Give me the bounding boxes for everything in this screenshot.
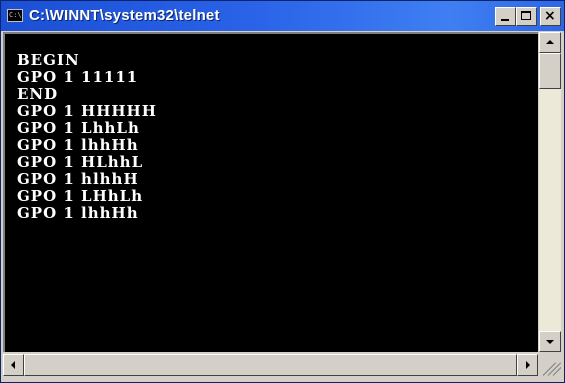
scroll-left-button[interactable]	[3, 354, 24, 376]
scroll-right-button[interactable]	[517, 354, 538, 376]
scroll-down-button[interactable]	[539, 331, 561, 352]
minimize-button[interactable]	[495, 7, 516, 26]
console-line: GPO 1 LhhLh	[17, 119, 140, 137]
close-button[interactable]: ×	[540, 7, 561, 26]
resize-grip[interactable]	[539, 354, 561, 376]
vertical-scrollbar[interactable]	[539, 32, 561, 352]
close-icon: ×	[544, 8, 556, 24]
console-line: GPO 1 hlhhH	[17, 170, 139, 188]
scroll-up-button[interactable]	[539, 32, 561, 53]
console-line: GPO 1 HLhhL	[17, 153, 144, 171]
console-line: GPO 1 LHhLh	[17, 187, 144, 205]
console-line: END	[17, 85, 59, 103]
console-line: BEGIN	[17, 51, 80, 69]
arrow-up-icon	[546, 40, 554, 44]
title-bar[interactable]: C:\ C:\WINNT\system32\telnet ×	[1, 1, 564, 31]
arrow-left-icon	[11, 361, 15, 369]
console-icon[interactable]: C:\	[7, 9, 23, 22]
arrow-right-icon	[526, 361, 530, 369]
console-line: GPO 1 lhhHh	[17, 204, 139, 222]
console-line: GPO 1 lhhHh	[17, 136, 139, 154]
horizontal-scrollbar[interactable]	[3, 354, 538, 376]
maximize-icon	[521, 11, 531, 20]
console-line: GPO 1 HHHHH	[17, 102, 157, 120]
console-lines: BEGIN GPO 1 11111 END GPO 1 HHHHH GPO 1 …	[17, 52, 157, 222]
console-line: GPO 1 11111	[17, 68, 139, 86]
window-title: C:\WINNT\system32\telnet	[29, 7, 220, 24]
maximize-button[interactable]	[516, 7, 537, 26]
minimize-icon	[501, 19, 509, 21]
telnet-window: C:\ C:\WINNT\system32\telnet × BEGIN GPO…	[0, 0, 565, 383]
console-output[interactable]: BEGIN GPO 1 11111 END GPO 1 HHHHH GPO 1 …	[3, 32, 538, 352]
vertical-scroll-thumb[interactable]	[539, 53, 561, 89]
horizontal-scroll-thumb[interactable]	[24, 354, 517, 376]
arrow-down-icon	[546, 340, 554, 344]
